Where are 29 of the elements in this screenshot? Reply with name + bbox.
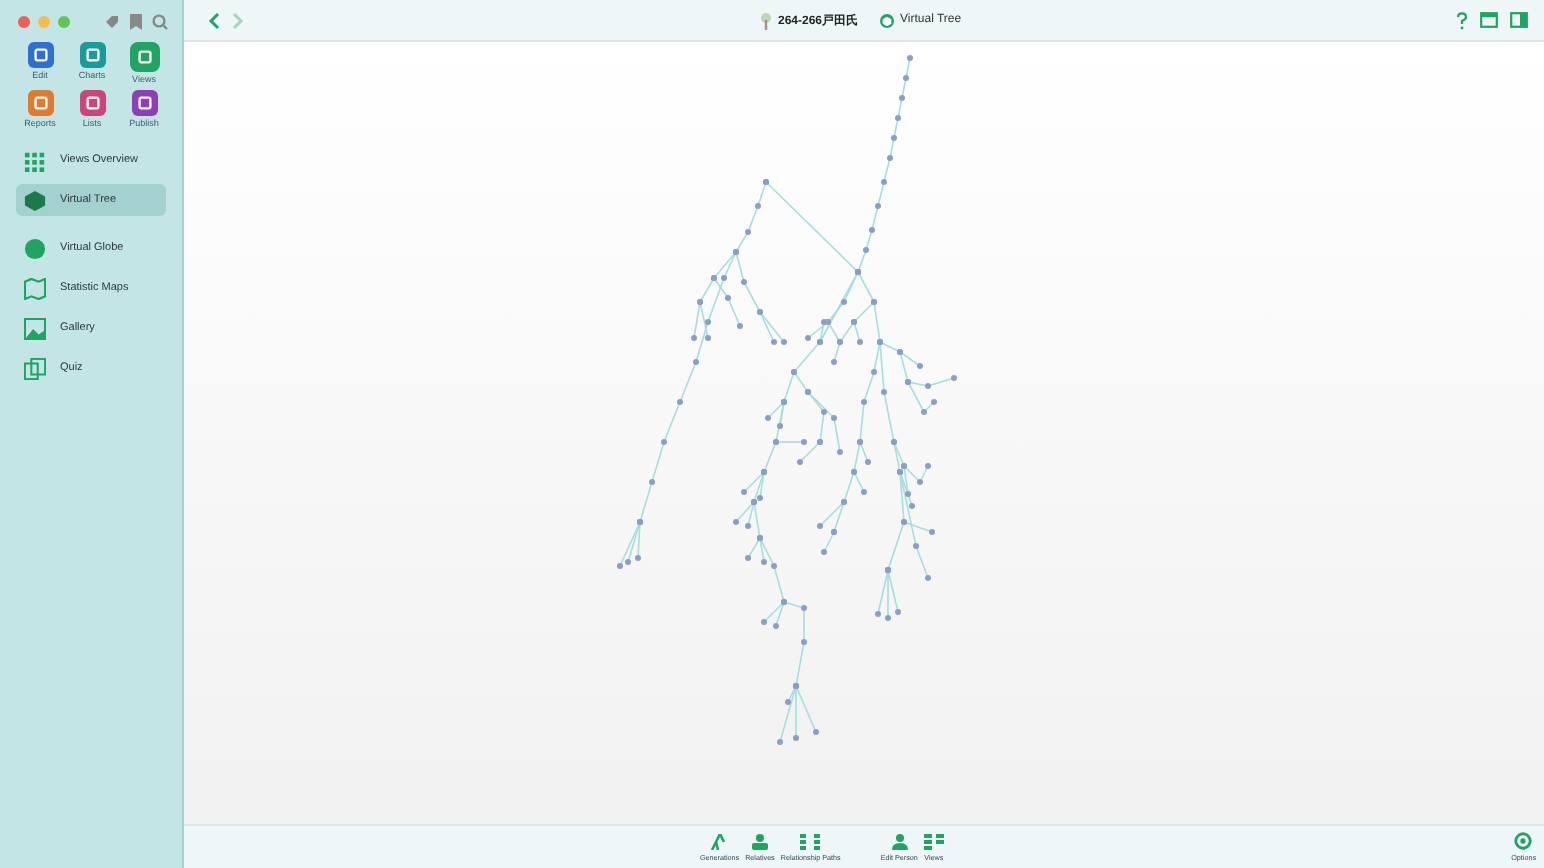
tile-icon [79,42,105,68]
globe-icon [24,237,46,259]
tile-icon [27,42,53,68]
zoom-icon[interactable] [58,16,70,28]
grid-icon [24,149,46,171]
tag-icon[interactable] [104,14,120,30]
person-icon [889,833,910,849]
forward-icon[interactable] [232,11,244,29]
person-icon [749,833,770,849]
bookmark-icon[interactable] [130,14,142,30]
tile-icon [27,90,53,116]
tile-icon [79,90,105,116]
tree-drawing[interactable] [617,55,957,745]
close-icon[interactable] [18,16,30,28]
back-icon[interactable] [208,11,220,29]
map-icon [24,277,46,299]
window-icon[interactable] [1480,12,1498,28]
list-icon [923,833,944,849]
tile-icon [129,42,159,72]
cube-icon [880,13,895,27]
tile-icon [131,90,157,116]
help-icon[interactable] [1456,11,1468,29]
list-icon [800,833,821,849]
settings-icon [1514,832,1533,850]
sidebar-icon[interactable] [1510,12,1528,28]
search-icon[interactable] [152,14,168,30]
cards-icon [24,357,46,379]
picture-icon [24,317,46,339]
cube-icon [24,189,46,211]
